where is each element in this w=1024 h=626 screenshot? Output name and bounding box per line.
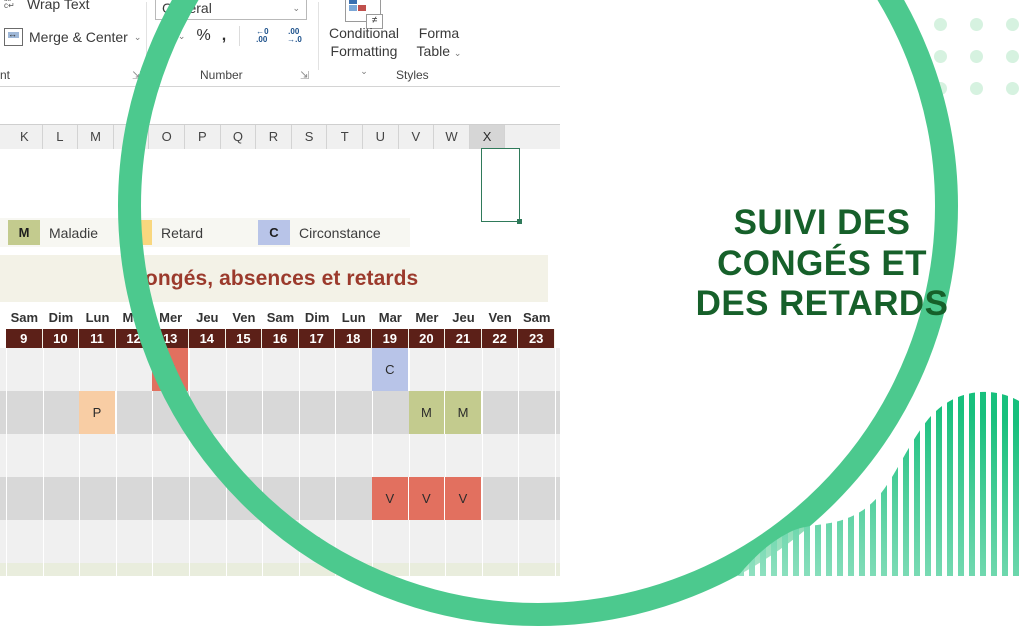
- grid-line: [6, 391, 7, 434]
- grid-line: [115, 434, 117, 477]
- grid-line: [152, 477, 154, 520]
- column-header-k[interactable]: K: [7, 125, 43, 149]
- grid-line: [225, 563, 227, 576]
- grid-line: [262, 563, 264, 576]
- grid-line: [79, 348, 81, 391]
- column-header-l[interactable]: L: [43, 125, 79, 149]
- decorative-dot: [970, 82, 983, 95]
- grid-line: [152, 434, 154, 477]
- decorative-dot: [1006, 18, 1019, 31]
- grid-line: [42, 434, 44, 477]
- planner-day-label: Dim: [48, 310, 74, 325]
- grid-line: [6, 520, 7, 563]
- title-line-3: DES RETARDS: [695, 284, 949, 324]
- grid-line: [6, 563, 7, 576]
- planner-date-label: 10: [42, 329, 80, 348]
- title-line-2: CONGÉS ET: [717, 243, 927, 283]
- grid-line: [6, 348, 7, 391]
- planner-entry-p[interactable]: P: [79, 391, 116, 434]
- grid-line: [42, 391, 44, 434]
- planner-date-label: 9: [6, 329, 43, 348]
- grid-line: [115, 520, 117, 563]
- grid-line: [42, 348, 44, 391]
- grid-line: [79, 477, 81, 520]
- legend-item-maladie: M Maladie: [8, 220, 98, 245]
- wrap-text-icon: [4, 0, 21, 12]
- grid-line: [189, 563, 190, 576]
- merge-center-icon: [4, 28, 23, 46]
- planner-date-label: 11: [79, 329, 116, 348]
- chevron-down-icon[interactable]: ⌄: [134, 32, 142, 43]
- planner-day-label: Lun: [85, 310, 110, 325]
- legend-code-m: M: [8, 220, 40, 245]
- grid-line: [152, 520, 154, 563]
- grid-line: [262, 520, 264, 563]
- planner-day-label: Sam: [10, 310, 39, 325]
- decorative-dot: [970, 18, 983, 31]
- decorative-dot: [970, 50, 983, 63]
- grid-line: [115, 477, 117, 520]
- legend-label: Maladie: [49, 224, 99, 241]
- grid-line: [115, 348, 117, 391]
- dot-pattern-decoration: [920, 0, 1024, 95]
- decorative-dot: [934, 50, 947, 63]
- wrap-text-label: Wrap Text: [27, 0, 90, 12]
- title-line-1: SUIVI DES: [733, 203, 911, 242]
- grid-line: [79, 563, 81, 576]
- column-header-m[interactable]: M: [78, 125, 114, 149]
- grid-line: [42, 563, 44, 576]
- grid-line: [79, 434, 81, 477]
- wrap-text-button[interactable]: Wrap Text: [4, 0, 90, 12]
- grid-line: [79, 520, 81, 563]
- grid-line: [225, 520, 227, 563]
- decorative-dot: [1006, 50, 1019, 63]
- grid-line: [6, 434, 7, 477]
- grid-line: [115, 391, 117, 434]
- grid-line: [189, 520, 190, 563]
- page-title: SUIVI DES CONGÉS ET DES RETARDS: [620, 203, 1024, 325]
- grid-line: [42, 477, 44, 520]
- merge-center-label: Merge & Center: [29, 29, 128, 45]
- alignment-group-label: nt: [0, 68, 11, 82]
- merge-center-button[interactable]: Merge & Center ⌄: [4, 28, 141, 46]
- decorative-dot: [934, 18, 947, 31]
- grid-line: [152, 391, 154, 434]
- grid-line: [42, 520, 44, 563]
- grid-line: [152, 563, 154, 576]
- grid-line: [298, 563, 300, 576]
- grid-line: [115, 563, 117, 576]
- grid-line: [6, 477, 7, 520]
- decorative-dot: [1006, 82, 1019, 95]
- grid-line: [189, 477, 190, 520]
